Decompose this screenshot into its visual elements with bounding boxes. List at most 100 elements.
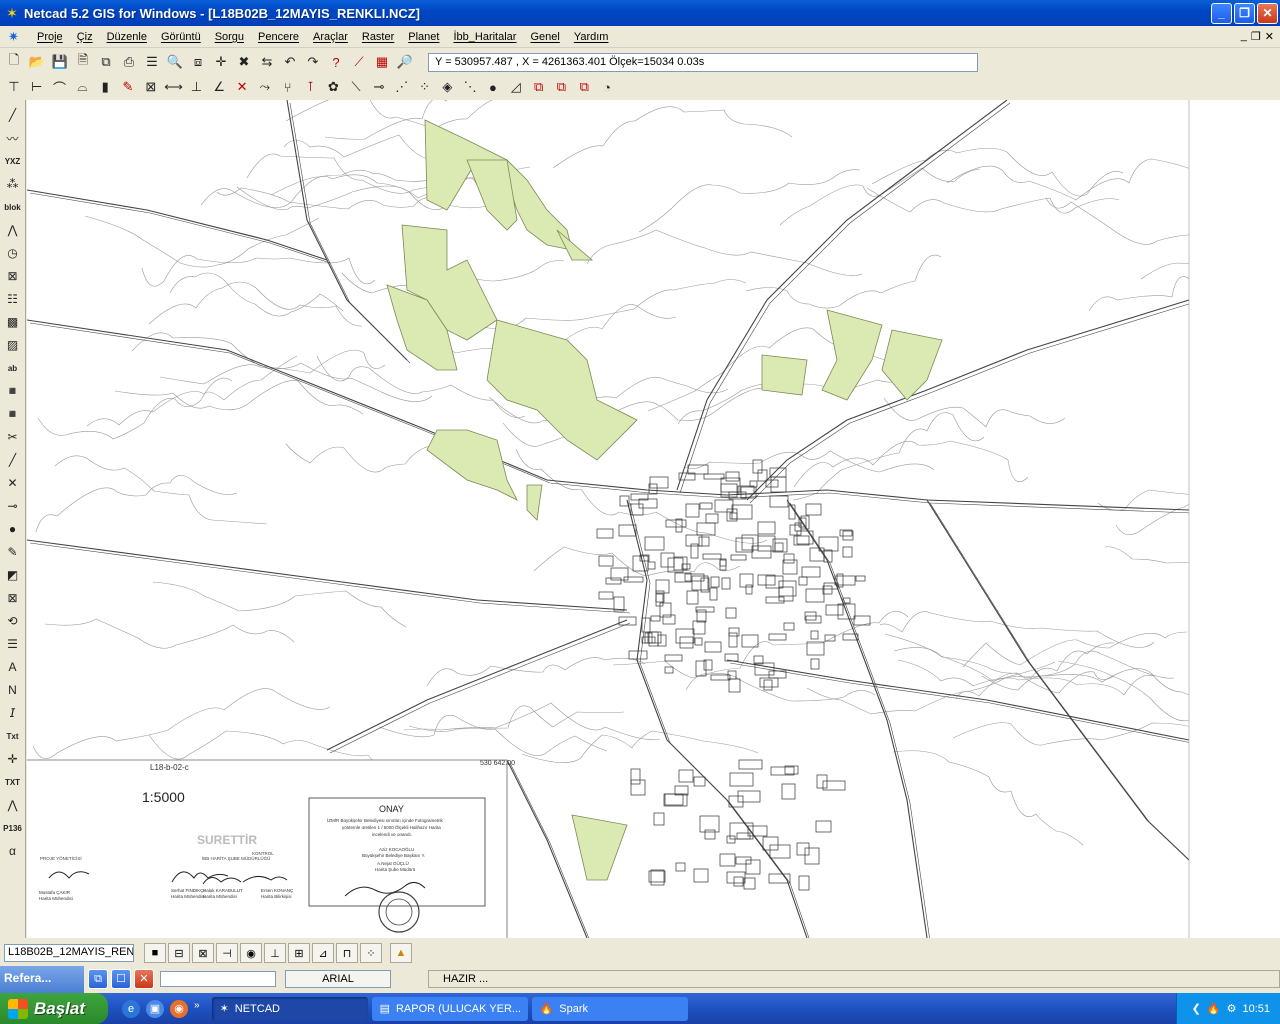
grid-icon[interactable]: ⊞ xyxy=(288,943,310,963)
box-icon[interactable]: ⊠ xyxy=(141,77,161,97)
arc-icon[interactable]: ⌒ xyxy=(50,77,70,97)
pan-icon[interactable]: ✛ xyxy=(211,52,231,72)
clock-icon[interactable]: ◷ xyxy=(2,242,24,264)
txt-icon[interactable]: Txt xyxy=(2,725,24,747)
print-icon[interactable]: ⎙ xyxy=(119,52,139,72)
snap-mode-3-icon[interactable]: ⊣ xyxy=(216,943,238,963)
undo-icon[interactable]: ↶ xyxy=(280,52,300,72)
node-tool-icon[interactable]: ⊸ xyxy=(2,495,24,517)
txt-2-icon[interactable]: TXT xyxy=(2,771,24,793)
task-netcad[interactable]: ✶ NETCAD xyxy=(211,996,368,1021)
mdi-maximize-icon[interactable]: ☐ xyxy=(111,969,131,989)
show-desktop-icon[interactable]: ▣ xyxy=(146,999,164,1018)
dimension-icon[interactable]: ⊤ xyxy=(4,77,24,97)
north-icon[interactable]: N xyxy=(2,679,24,701)
hatch-2-icon[interactable]: ▨ xyxy=(2,334,24,356)
new-file-icon[interactable]: 🗋 xyxy=(4,52,24,72)
text-frame-icon[interactable]: ab xyxy=(2,357,24,379)
width-icon[interactable]: ⟷ xyxy=(164,77,184,97)
snap-point-icon[interactable]: ◾ xyxy=(2,380,24,402)
attributes-icon[interactable]: ☰ xyxy=(2,633,24,655)
block-icon[interactable]: blok xyxy=(2,196,24,218)
window-select-3-icon[interactable]: ⧉ xyxy=(574,77,594,97)
yxz-icon[interactable]: YXZ xyxy=(2,150,24,172)
intersect-icon[interactable]: ✕ xyxy=(2,472,24,494)
tray-spark-icon[interactable]: 🔥 xyxy=(1207,1002,1221,1015)
document-menu-icon[interactable]: ✷ xyxy=(8,29,24,45)
polyline-icon[interactable]: ⟋ xyxy=(349,52,369,72)
menu-araclar[interactable]: Araçlar xyxy=(306,31,355,43)
quick-launch-expand-icon[interactable]: » xyxy=(194,1000,200,1018)
brush-icon[interactable]: ✎ xyxy=(2,541,24,563)
snap-mode-6-icon[interactable]: ⊓ xyxy=(336,943,358,963)
open-folder-icon[interactable]: 📂 xyxy=(27,52,47,72)
arc-reverse-icon[interactable]: ⌓ xyxy=(72,77,92,97)
copy-icon[interactable]: ⧉ xyxy=(96,52,116,72)
zoom-icon[interactable]: 🔍 xyxy=(165,52,185,72)
grenade-icon[interactable]: ● xyxy=(483,77,503,97)
cross-icon[interactable]: ✕ xyxy=(232,77,252,97)
text-a-icon[interactable]: A xyxy=(2,656,24,678)
grid-points-icon[interactable]: ⁘ xyxy=(415,77,435,97)
menu-duzenle[interactable]: Düzenle xyxy=(100,31,154,43)
slash-icon[interactable]: ╱ xyxy=(2,449,24,471)
snap-mode-5-icon[interactable]: ⊿ xyxy=(312,943,334,963)
minimize-button[interactable]: _ xyxy=(1211,2,1232,24)
restore-button[interactable]: ❐ xyxy=(1234,2,1255,24)
map-drawing[interactable]: L18-b-02-c 1:5000 530 642.00 ONAY İZMİR … xyxy=(27,100,1280,938)
snap-center-icon[interactable]: ◉ xyxy=(240,943,262,963)
break-icon[interactable]: ⊺ xyxy=(301,77,321,97)
extend-icon[interactable]: ⊸ xyxy=(369,77,389,97)
minimized-window-tab[interactable]: Refera... xyxy=(0,966,84,993)
move-icon[interactable]: ⇆ xyxy=(257,52,277,72)
parcel-icon[interactable]: ⋀ xyxy=(2,219,24,241)
help-icon[interactable]: ? xyxy=(326,52,346,72)
point-icon[interactable]: ⁂ xyxy=(2,173,24,195)
fit-icon[interactable]: ⊠ xyxy=(2,587,24,609)
italic-icon[interactable]: 𝘐 xyxy=(2,702,24,724)
color-icon[interactable]: ◔ xyxy=(597,77,617,97)
netcad-app-icon[interactable]: ✶ xyxy=(4,5,20,21)
mdi-restore-icon[interactable]: ⧉ xyxy=(88,969,108,989)
mdi-close-icon[interactable]: ✕ xyxy=(134,969,154,989)
window-select-icon[interactable]: ⧉ xyxy=(529,77,549,97)
cross-marker-icon[interactable]: ✛ xyxy=(2,748,24,770)
eraser-icon[interactable]: ◩ xyxy=(2,564,24,586)
angle-icon[interactable]: ∠ xyxy=(209,77,229,97)
save-icon[interactable]: 💾 xyxy=(50,52,70,72)
menu-proje[interactable]: Proje xyxy=(30,31,70,43)
map-canvas[interactable]: L18-b-02-c 1:5000 530 642.00 ONAY İZMİR … xyxy=(27,100,1280,938)
height-icon[interactable]: ⊥ xyxy=(187,77,207,97)
menu-pencere[interactable]: Pencere xyxy=(251,31,306,43)
warning-icon[interactable]: ▲ xyxy=(390,943,412,963)
menu-ciz[interactable]: Çiz xyxy=(70,31,100,43)
rotate-icon[interactable]: ⟲ xyxy=(2,610,24,632)
elevation-icon[interactable]: ⋀ xyxy=(2,794,24,816)
edit-pen-icon[interactable]: ✎ xyxy=(118,77,138,97)
measure-icon[interactable]: ⊢ xyxy=(27,77,47,97)
layers-list-icon[interactable]: ☰ xyxy=(142,52,162,72)
close-button[interactable]: ✕ xyxy=(1257,2,1278,24)
calendar-icon[interactable]: ▦ xyxy=(372,52,392,72)
paint-icon[interactable]: ✿ xyxy=(323,77,343,97)
tray-expand-icon[interactable]: ❮ xyxy=(1192,1002,1201,1015)
doc-close-button[interactable]: ✕ xyxy=(1265,30,1274,43)
corner-icon[interactable]: ◿ xyxy=(506,77,526,97)
snap-mode-4-icon[interactable]: ⊥ xyxy=(264,943,286,963)
menu-ibb-haritalar[interactable]: İbb_Haritalar xyxy=(446,31,523,43)
menu-planet[interactable]: Planet xyxy=(401,31,446,43)
bar-icon[interactable]: ▮ xyxy=(95,77,115,97)
save-as-icon[interactable]: 🗎 xyxy=(73,52,93,72)
menu-goruntu[interactable]: Görüntü xyxy=(154,31,208,43)
font-field[interactable]: ARIAL xyxy=(285,970,391,988)
doc-minimize-button[interactable]: _ xyxy=(1241,30,1247,43)
task-spark[interactable]: 🔥 Spark xyxy=(531,996,688,1021)
snap-icon[interactable]: ◈ xyxy=(437,77,457,97)
snap-mode-7-icon[interactable]: ⁘ xyxy=(360,943,382,963)
split-icon[interactable]: ⑂ xyxy=(278,77,298,97)
delete-icon[interactable]: ✖ xyxy=(234,52,254,72)
menu-raster[interactable]: Raster xyxy=(355,31,401,43)
frame-icon[interactable]: ⊠ xyxy=(2,265,24,287)
route-icon[interactable]: ⤳ xyxy=(255,77,275,97)
start-button[interactable]: Başlat xyxy=(0,993,108,1024)
